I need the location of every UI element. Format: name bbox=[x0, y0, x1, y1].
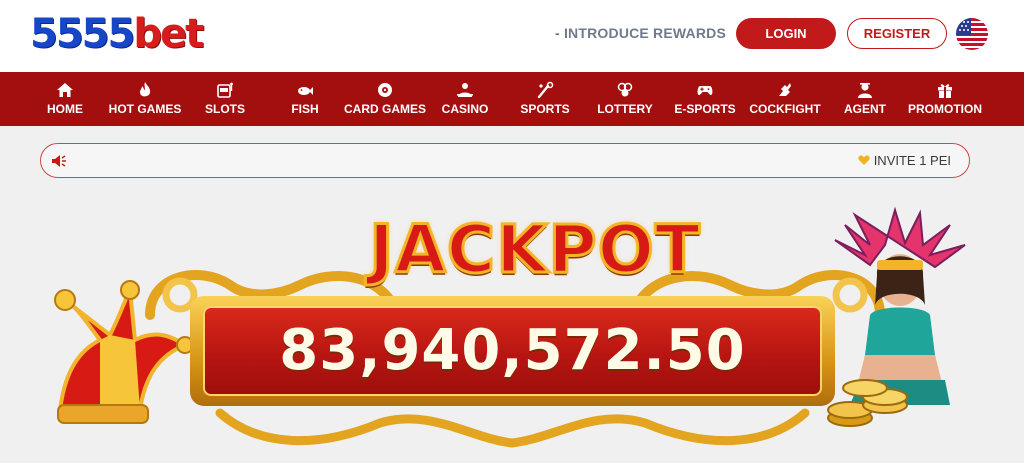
gift-icon bbox=[938, 84, 952, 98]
marquee-text: INVITE 1 PEI bbox=[858, 153, 951, 168]
cards-icon bbox=[378, 83, 392, 97]
site-header: 5555bet - INTRODUCE REWARDS LOGIN REGIST… bbox=[0, 0, 1024, 72]
speaker-icon bbox=[52, 155, 66, 167]
nav-item-fish[interactable]: FISH bbox=[260, 72, 350, 126]
nav-item-slots[interactable]: SLOTS bbox=[180, 72, 270, 126]
jester-hat-icon bbox=[54, 280, 190, 424]
sports-icon bbox=[537, 81, 554, 99]
slot-machine-icon bbox=[217, 82, 233, 98]
nav-item-lottery[interactable]: LOTTERY bbox=[580, 72, 670, 126]
jackpot-banner: 83,940,572.50 JACKPOT bbox=[40, 200, 980, 463]
nav-label: FISH bbox=[291, 102, 319, 116]
rooster-icon bbox=[779, 83, 791, 96]
nav-item-sports[interactable]: SPORTS bbox=[500, 72, 590, 126]
nav-item-casino[interactable]: CASINO bbox=[420, 72, 510, 126]
nav-item-hot-games[interactable]: HOT GAMES bbox=[100, 72, 190, 126]
nav-label: AGENT bbox=[844, 102, 886, 116]
nav-label: PROMOTION bbox=[908, 102, 982, 116]
flame-icon bbox=[139, 82, 151, 97]
nav-label: CARD GAMES bbox=[343, 102, 426, 116]
jackpot-title: JACKPOT bbox=[368, 211, 702, 288]
casino-dealer-icon bbox=[457, 83, 473, 97]
nav-label: SPORTS bbox=[520, 102, 570, 116]
logo-bet: bet bbox=[133, 11, 204, 57]
nav-label: HOT GAMES bbox=[108, 102, 182, 116]
us-flag-icon[interactable] bbox=[956, 18, 988, 50]
nav-item-promotion[interactable]: PROMOTION bbox=[900, 72, 990, 126]
site-logo[interactable]: 5555bet bbox=[30, 11, 204, 57]
lottery-balls-icon bbox=[617, 82, 633, 97]
register-button[interactable]: REGISTER bbox=[847, 18, 947, 49]
nav-label: SLOTS bbox=[204, 102, 245, 116]
heart-icon bbox=[858, 155, 870, 165]
login-button[interactable]: LOGIN bbox=[736, 18, 836, 49]
nav-item-cockfight[interactable]: COCKFIGHT bbox=[740, 72, 830, 126]
nav-item-e-sports[interactable]: E-SPORTS bbox=[660, 72, 750, 126]
nav-label: LOTTERY bbox=[597, 102, 653, 116]
main-nav: HOME HOT GAMES SLOTS FISH CARD GAMES CAS… bbox=[0, 72, 1024, 126]
nav-label: E-SPORTS bbox=[674, 102, 736, 116]
nav-label: COCKFIGHT bbox=[749, 102, 821, 116]
nav-label: CASINO bbox=[441, 102, 489, 116]
announcement-marquee[interactable]: INVITE 1 PEI bbox=[40, 143, 970, 178]
nav-item-agent[interactable]: AGENT bbox=[820, 72, 910, 126]
nav-item-home[interactable]: HOME bbox=[20, 72, 110, 126]
gold-bottom-ornament bbox=[215, 408, 810, 448]
gold-coins-icon bbox=[827, 379, 908, 427]
introduce-rewards-link[interactable]: - INTRODUCE REWARDS bbox=[555, 25, 726, 41]
jackpot-amount: 83,940,572.50 bbox=[279, 318, 746, 383]
invite-text: INVITE 1 PEI bbox=[873, 153, 951, 168]
nav-item-card-games[interactable]: CARD GAMES bbox=[340, 72, 430, 126]
agent-icon bbox=[858, 83, 872, 98]
gamepad-icon bbox=[697, 86, 713, 95]
nav-label: HOME bbox=[47, 102, 83, 116]
fish-icon bbox=[298, 87, 313, 95]
home-icon bbox=[57, 83, 73, 97]
logo-number: 5555 bbox=[30, 11, 135, 57]
